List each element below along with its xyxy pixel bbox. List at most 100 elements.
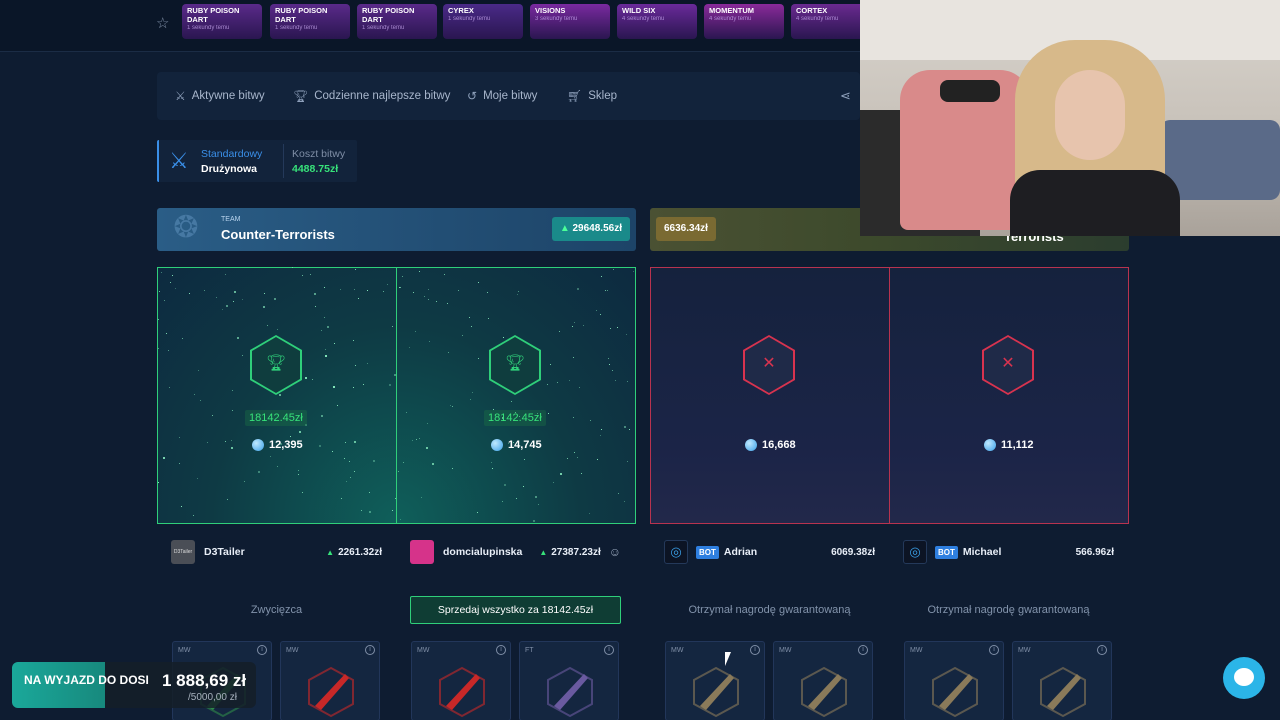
battle-cost-value: 4488.75zł — [292, 163, 339, 175]
bot-badge: BOT — [935, 545, 958, 559]
info-icon[interactable]: i — [858, 645, 868, 655]
chat-button[interactable] — [1223, 657, 1265, 699]
nav-active-battles-label: Aktywne bitwy — [191, 90, 265, 102]
weapon-skin-icon — [686, 660, 746, 720]
item-card[interactable]: MW i — [280, 641, 380, 720]
info-icon[interactable]: i — [750, 645, 760, 655]
mode-subtype: Drużynowa — [201, 163, 258, 175]
slot-points-value: 11,112 — [1001, 439, 1034, 451]
weapon-skin-icon — [794, 660, 854, 720]
slot-points-value: 14,745 — [508, 439, 542, 451]
item-quality: MW — [779, 647, 792, 654]
up-arrow-icon: ▲ — [326, 547, 335, 557]
drop-card[interactable]: VISIONS 3 sekundy temu — [530, 4, 610, 39]
coin-icon — [745, 439, 757, 451]
target-icon: ◎ — [903, 540, 927, 564]
donation-goal-widget: NA WYJAZD DO DOSI 1 888,69 zł /5000,00 z… — [12, 662, 256, 708]
player-amount-value: 27387.23zł — [551, 546, 601, 558]
info-icon[interactable]: i — [257, 645, 267, 655]
sell-all-button[interactable]: Sprzedaj wszystko za 18142.45zł — [410, 596, 621, 624]
live-drops-bar: ☆ RUBY POISON DART 1 sekundy temu RUBY POI… — [0, 0, 871, 52]
item-quality: MW — [417, 647, 430, 654]
team-ct-total: ▲ 29648.56zł — [551, 217, 630, 241]
person-clothing — [1010, 170, 1180, 236]
trophy-icon: 🏆︎ — [504, 355, 526, 372]
player-name: D3Tailer — [204, 546, 245, 558]
player-amount-value: 2261.32zł — [338, 546, 382, 558]
goal-label: NA WYJAZD DO DOSI — [24, 673, 149, 687]
drop-name: MOMENTUM — [709, 6, 754, 15]
avatar: D3Tailer — [171, 540, 195, 564]
player-name: Michael — [962, 546, 1002, 558]
chat-bubble-icon — [1234, 668, 1254, 686]
smile-icon[interactable]: ☺ — [609, 545, 621, 559]
info-icon[interactable]: i — [604, 645, 614, 655]
slot-2: 🏆︎ 18142.45zł 14,745 — [396, 267, 635, 524]
item-quality: MW — [178, 647, 191, 654]
chair-pillow — [940, 80, 1000, 102]
team-ct-total-value: 29648.56zł — [572, 223, 623, 234]
item-quality: FT — [525, 647, 534, 654]
item-card[interactable]: MW i — [665, 641, 765, 720]
weapon-skin-icon — [301, 660, 361, 720]
share-icon[interactable]: ⋖ — [840, 88, 851, 104]
player-amount: 566.96zł — [1076, 547, 1114, 558]
nav-active-battles[interactable]: ⚔ Aktywne bitwy — [175, 89, 265, 103]
drop-card[interactable]: MOMENTUM 4 sekundy temu — [704, 4, 784, 39]
trophy-icon: 🏆︎ — [293, 89, 309, 103]
player-row[interactable]: domcialupinska ▲ 27387.23zł ☺ — [410, 538, 621, 566]
star-icon[interactable]: ☆ — [156, 14, 169, 32]
weapon-skin-icon — [540, 660, 600, 720]
nav-my-battles[interactable]: ↺ Moje bitwy — [467, 89, 537, 103]
guaranteed-prize-label: Otrzymał nagrodę gwarantowaną — [688, 604, 851, 616]
slot-3: ✕ 16,668 — [650, 267, 889, 524]
drop-name: WILD SIX — [622, 6, 656, 15]
goal-target: /5000,00 zł — [188, 692, 237, 703]
mode-type: Standardowy — [201, 148, 263, 160]
slot-points: 11,112 — [984, 439, 1033, 451]
drop-card[interactable]: WILD SIX 4 sekundy temu — [617, 4, 697, 39]
weapon-skin-icon — [1033, 660, 1093, 720]
item-quality: MW — [1018, 647, 1031, 654]
nav-daily-best[interactable]: 🏆︎ Codzienne najlepsze bitwy — [293, 89, 450, 103]
battle-mode-panel: ⚔ Standardowy Drużynowa Koszt bitwy 4488… — [157, 140, 357, 182]
drop-time: 1 sekundy temu — [275, 25, 318, 31]
player-row[interactable]: ◎ BOT Michael 566.96zł — [903, 538, 1114, 566]
ct-logo-icon: ❂ — [173, 211, 199, 244]
basket-icon: 🛒︎ — [567, 89, 583, 103]
drop-time: 4 sekundy temu — [622, 16, 665, 22]
drop-time: 1 sekundy temu — [187, 25, 230, 31]
info-icon[interactable]: i — [365, 645, 375, 655]
info-icon[interactable]: i — [989, 645, 999, 655]
history-icon: ↺ — [467, 89, 478, 103]
slot-points: 14,745 — [491, 439, 542, 451]
drop-time: 4 sekundy temu — [796, 16, 839, 22]
drop-card[interactable]: RUBY POISON DART 1 sekundy temu — [182, 4, 262, 39]
player-row[interactable]: ◎ BOT Adrian 6069.38zł — [664, 538, 875, 566]
drop-card[interactable]: RUBY POISON DART 1 sekundy temu — [270, 4, 350, 39]
info-icon[interactable]: i — [1097, 645, 1107, 655]
drop-name: RUBY POISON DART — [362, 6, 415, 24]
slot-points: 12,395 — [252, 439, 303, 451]
slot-points-value: 16,668 — [762, 439, 796, 451]
drop-name: CYREX — [448, 6, 474, 15]
item-card[interactable]: FT i — [519, 641, 619, 720]
item-quality: MW — [671, 647, 684, 654]
player-row[interactable]: D3Tailer D3Tailer ▲ 2261.32zł — [171, 538, 382, 566]
item-card[interactable]: MW i — [904, 641, 1004, 720]
drop-card[interactable]: CORTEX 4 sekundy temu — [791, 4, 871, 39]
item-quality: MW — [286, 647, 299, 654]
item-card[interactable]: MW i — [1012, 641, 1112, 720]
drop-card[interactable]: CYREX 1 sekundy temu — [443, 4, 523, 39]
battle-nav: ⚔ Aktywne bitwy 🏆︎ Codzienne najlepsze bit… — [157, 72, 860, 120]
info-icon[interactable]: i — [496, 645, 506, 655]
bot-badge: BOT — [696, 545, 719, 559]
item-card[interactable]: MW i — [773, 641, 873, 720]
slot-1: 🏆︎ 18142.45zł 12,395 — [157, 267, 396, 524]
drop-time: 1 sekundy temu — [448, 16, 491, 22]
item-card[interactable]: MW i — [411, 641, 511, 720]
nav-shop[interactable]: 🛒︎ Sklep — [567, 89, 617, 103]
drop-card[interactable]: RUBY POISON DART 1 sekundy temu — [357, 4, 437, 39]
coin-icon — [491, 439, 503, 451]
slot-points-value: 12,395 — [269, 439, 303, 451]
